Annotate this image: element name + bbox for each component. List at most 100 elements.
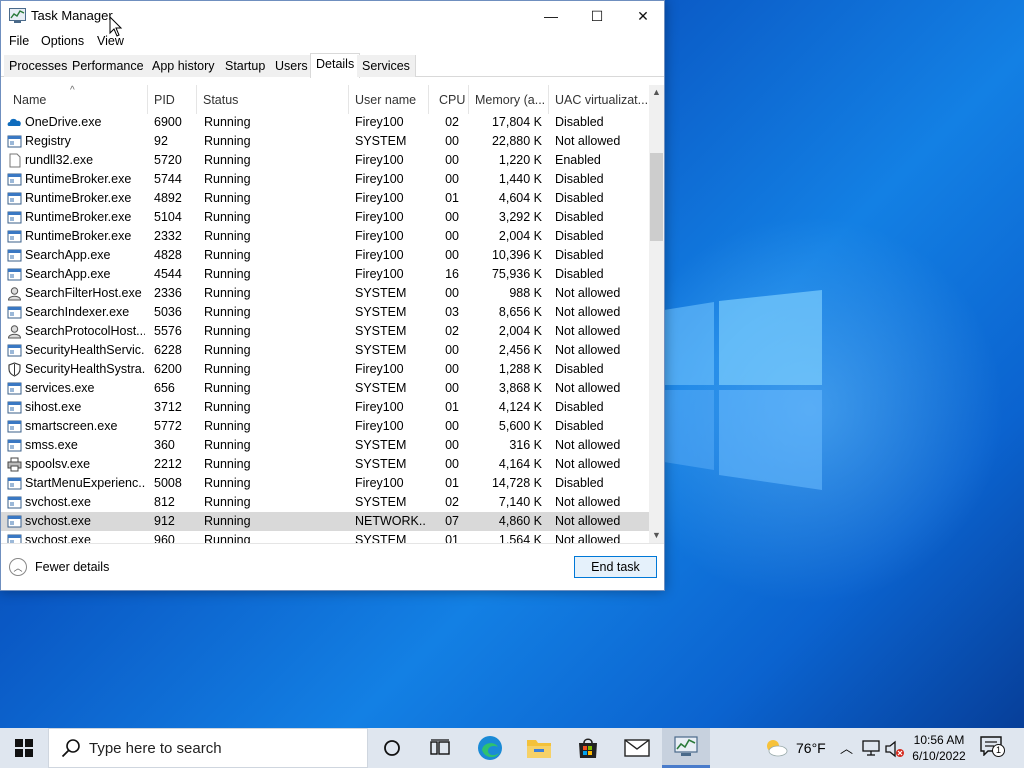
- cortana-button[interactable]: [368, 728, 416, 768]
- cell-mem: 4,124 K: [498, 400, 542, 414]
- col-header-user[interactable]: User name: [349, 85, 429, 114]
- cell-pid: 2212: [154, 457, 182, 471]
- table-row[interactable]: svchost.exe 912 Running NETWORK... 07 4,860 K…: [1, 512, 649, 531]
- table-row[interactable]: sihost.exe 3712 Running Firey100 01 4,124 K Di…: [1, 398, 649, 417]
- table-row[interactable]: SearchFilterHost.exe 2336 Running SYSTEM 00 9…: [1, 284, 649, 303]
- col-header-pid[interactable]: PID: [148, 85, 197, 114]
- cell-name: svchost.exe: [25, 514, 92, 528]
- cell-pid: 5036: [154, 305, 182, 319]
- taskbar-search-box[interactable]: Type here to search: [48, 728, 368, 768]
- cell-user: SYSTEM: [355, 533, 407, 544]
- col-header-status[interactable]: Status: [197, 85, 349, 114]
- menu-file[interactable]: File: [9, 34, 29, 48]
- cell-cpu: 00: [445, 381, 459, 395]
- col-header-cpu[interactable]: CPU: [429, 85, 469, 114]
- task-manager-taskbar-button[interactable]: [662, 728, 710, 768]
- menu-view[interactable]: View: [97, 34, 124, 48]
- weather-cloud-icon: [767, 740, 788, 757]
- end-task-button[interactable]: End task: [574, 556, 657, 578]
- fewer-details-button[interactable]: ︿ Fewer details: [9, 558, 109, 576]
- start-button[interactable]: [0, 728, 48, 768]
- cell-pid: 2336: [154, 286, 182, 300]
- cell-cpu: 00: [445, 172, 459, 186]
- table-row[interactable]: spoolsv.exe 2212 Running SYSTEM 00 4,164 K Not…: [1, 455, 649, 474]
- tab-services[interactable]: Services: [357, 55, 416, 77]
- table-row[interactable]: RuntimeBroker.exe 2332 Running Firey100 00 2,…: [1, 227, 649, 246]
- cell-name: RuntimeBroker.exe: [25, 172, 132, 186]
- table-row[interactable]: RuntimeBroker.exe 5104 Running Firey100 00 3,…: [1, 208, 649, 227]
- col-header-uac[interactable]: UAC virtualizat...: [549, 85, 649, 114]
- maximize-button[interactable]: ☐: [574, 1, 620, 31]
- cell-name: SecurityHealthServic...: [25, 343, 145, 357]
- cell-status: Running: [204, 305, 251, 319]
- table-row[interactable]: RuntimeBroker.exe 5744 Running Firey100 00 1,…: [1, 170, 649, 189]
- cell-user: SYSTEM: [355, 381, 407, 395]
- table-row[interactable]: svchost.exe 812 Running SYSTEM 02 7,140 K Not …: [1, 493, 649, 512]
- cell-status: Running: [204, 362, 251, 376]
- tab-performance[interactable]: Performance: [67, 55, 150, 77]
- scrollbar-thumb[interactable]: [650, 153, 663, 241]
- table-row[interactable]: OneDrive.exe 6900 Running Firey100 02 17,804 …: [1, 113, 649, 132]
- cell-cpu: 02: [445, 115, 459, 129]
- table-row[interactable]: smartscreen.exe 5772 Running Firey100 00 5,60…: [1, 417, 649, 436]
- title-bar[interactable]: Task Manager — ☐ ✕: [1, 1, 664, 31]
- table-row[interactable]: RuntimeBroker.exe 4892 Running Firey100 01 4,…: [1, 189, 649, 208]
- table-row[interactable]: services.exe 656 Running SYSTEM 00 3,868 K Not…: [1, 379, 649, 398]
- onedrive-icon: [7, 115, 22, 130]
- cell-uac: Disabled: [555, 400, 604, 414]
- cell-cpu: 00: [445, 210, 459, 224]
- cell-pid: 5576: [154, 324, 182, 338]
- tab-app-history[interactable]: App history: [147, 55, 221, 77]
- cell-user: SYSTEM: [355, 286, 407, 300]
- system-clock[interactable]: 10:56 AM 6/10/2022: [904, 732, 974, 764]
- network-icon[interactable]: [862, 740, 880, 756]
- table-row[interactable]: StartMenuExperienc... 5008 Running Firey100…: [1, 474, 649, 493]
- vertical-scrollbar[interactable]: ▲ ▼: [649, 85, 664, 543]
- tab-users[interactable]: Users: [270, 55, 314, 77]
- table-row[interactable]: svchost.exe 960 Running SYSTEM 01 1,564 K Not …: [1, 531, 649, 544]
- cell-name: smartscreen.exe: [25, 419, 118, 433]
- table-row[interactable]: SecurityHealthSystra... 6200 Running Firey1…: [1, 360, 649, 379]
- cell-mem: 3,292 K: [498, 210, 542, 224]
- cell-pid: 92: [154, 134, 168, 148]
- col-header-memory[interactable]: Memory (a...: [469, 85, 549, 114]
- cell-uac: Disabled: [555, 210, 604, 224]
- cell-user: SYSTEM: [355, 457, 407, 471]
- cell-uac: Enabled: [555, 153, 601, 167]
- scroll-down-icon[interactable]: ▼: [649, 528, 664, 543]
- cell-user: SYSTEM: [355, 343, 407, 357]
- store-button[interactable]: [564, 728, 612, 768]
- scroll-up-icon[interactable]: ▲: [649, 85, 664, 100]
- table-row[interactable]: SearchProtocolHost.... 5576 Running SYSTEM 0…: [1, 322, 649, 341]
- cell-name: services.exe: [25, 381, 95, 395]
- volume-muted-icon[interactable]: [884, 740, 904, 758]
- edge-button[interactable]: [466, 728, 514, 768]
- cell-user: Firey100: [355, 191, 404, 205]
- table-row[interactable]: smss.exe 360 Running SYSTEM 00 316 K Not allow…: [1, 436, 649, 455]
- app-window-icon: [7, 381, 22, 396]
- tab-startup[interactable]: Startup: [220, 55, 272, 77]
- task-view-button[interactable]: [416, 728, 464, 768]
- weather-temperature[interactable]: 76°F: [796, 740, 826, 756]
- cell-user: Firey100: [355, 229, 404, 243]
- file-explorer-button[interactable]: [515, 728, 563, 768]
- table-row[interactable]: SearchApp.exe 4544 Running Firey100 16 75,936…: [1, 265, 649, 284]
- table-row[interactable]: Registry 92 Running SYSTEM 00 22,880 K Not all…: [1, 132, 649, 151]
- task-manager-taskbar-icon: [674, 735, 698, 756]
- show-hidden-icons-icon[interactable]: ︿: [840, 738, 853, 757]
- table-row[interactable]: SearchIndexer.exe 5036 Running SYSTEM 03 8,65…: [1, 303, 649, 322]
- menu-options[interactable]: Options: [41, 34, 84, 48]
- tab-processes[interactable]: Processes: [4, 55, 74, 77]
- mail-button[interactable]: [613, 728, 661, 768]
- table-row[interactable]: rundll32.exe 5720 Running Firey100 00 1,220 K…: [1, 151, 649, 170]
- table-row[interactable]: SearchApp.exe 4828 Running Firey100 00 10,396…: [1, 246, 649, 265]
- tab-details[interactable]: Details: [310, 53, 361, 78]
- cell-status: Running: [204, 286, 251, 300]
- table-row[interactable]: SecurityHealthServic... 6228 Running SYSTEM…: [1, 341, 649, 360]
- close-button[interactable]: ✕: [620, 1, 666, 31]
- action-center-button[interactable]: 1: [980, 736, 1010, 760]
- minimize-button[interactable]: —: [528, 1, 574, 31]
- cell-status: Running: [204, 476, 251, 490]
- cell-status: Running: [204, 324, 251, 338]
- cell-mem: 4,164 K: [498, 457, 542, 471]
